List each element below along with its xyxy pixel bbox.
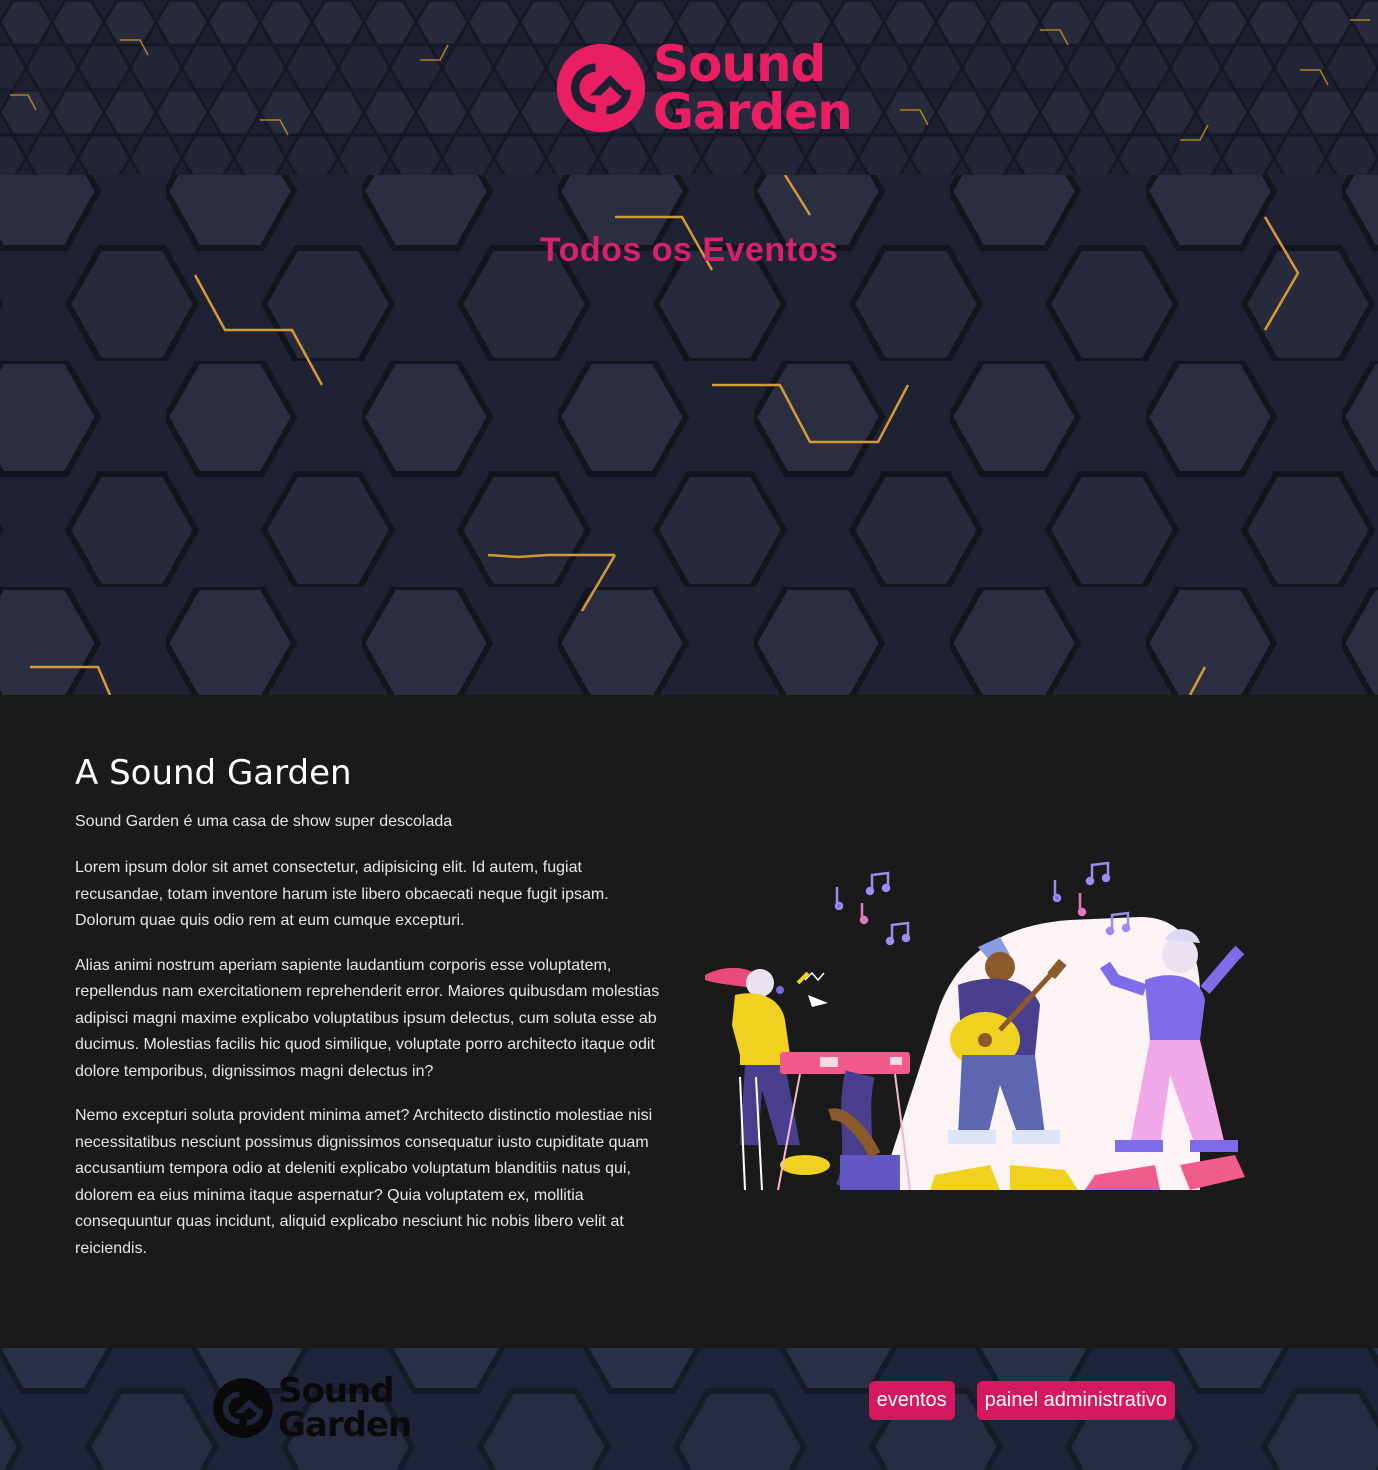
about-text-column: A Sound Garden Sound Garden é uma casa d… <box>75 753 673 1280</box>
nav-button-eventos[interactable]: eventos <box>868 1381 955 1420</box>
footer-nav: eventos painel administrativo <box>868 1381 1175 1420</box>
sound-garden-logo-icon <box>213 1378 273 1438</box>
site-footer: Sound Garden eventos painel administrati… <box>0 1348 1378 1470</box>
footer-logo-word-sound: Sound <box>278 1371 395 1411</box>
logo-word-sound: Sound <box>653 35 826 93</box>
header-logo[interactable]: Sound Garden <box>555 36 853 140</box>
hero-banner: Todos os Eventos <box>0 175 1378 695</box>
about-paragraph-1: Lorem ipsum dolor sit amet consectetur, … <box>75 859 609 929</box>
footer-logo[interactable]: Sound Garden <box>212 1371 412 1445</box>
page-title: Todos os Eventos <box>539 231 839 269</box>
about-subtitle: Sound Garden é uma casa de show super de… <box>75 813 453 830</box>
about-title: A Sound Garden <box>75 753 352 793</box>
nav-button-painel-administrativo[interactable]: painel administrativo <box>976 1381 1175 1420</box>
logo-word-garden: Garden <box>653 83 853 141</box>
sound-garden-logo-icon <box>556 43 646 133</box>
footer-logo-word-garden: Garden <box>278 1405 412 1445</box>
band-illustration <box>705 861 1245 1190</box>
about-paragraph-3: Nemo excepturi soluta provident minima a… <box>75 1107 653 1257</box>
about-section: A Sound Garden Sound Garden é uma casa d… <box>0 695 1378 1348</box>
about-paragraph-2: Alias animi nostrum aperiam sapiente lau… <box>75 956 660 1080</box>
site-header: Sound Garden <box>0 0 1378 175</box>
